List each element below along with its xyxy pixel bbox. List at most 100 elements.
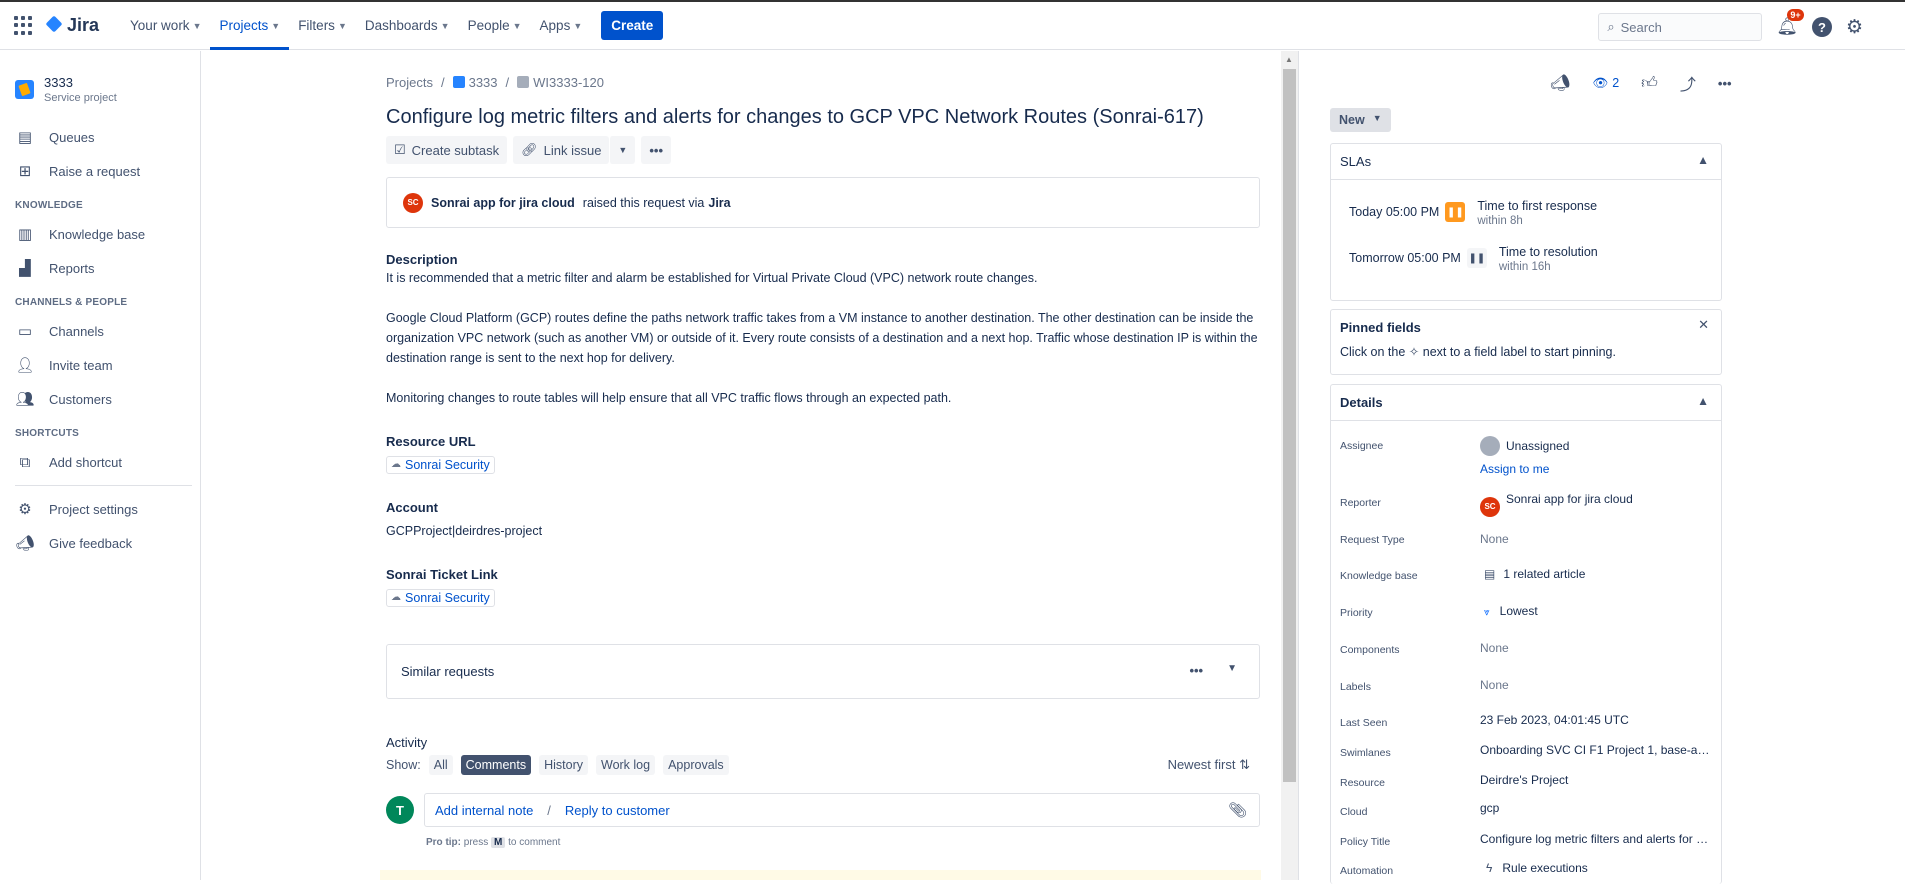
- nav-apps[interactable]: Apps ▼: [531, 2, 592, 50]
- sidebar-item-give-feedback[interactable]: 📣︎ Give feedback: [0, 526, 200, 560]
- comment-separator: /: [547, 802, 551, 818]
- similar-requests-panel[interactable]: Similar requests ••• ▼: [386, 644, 1260, 699]
- share-icon[interactable]: ⤴: [1680, 71, 1696, 95]
- scroll-up-arrow-icon[interactable]: ▲: [1285, 55, 1293, 64]
- chevron-down-icon[interactable]: ▼: [1227, 663, 1237, 678]
- sidebar-item-invite-team[interactable]: 👤︎ Invite team: [0, 348, 200, 382]
- issue-toolbar: 📣︎ 👁︎ 2 👍︎ ⤴ •••: [1550, 71, 1732, 95]
- resource-url-label: Resource URL: [386, 434, 476, 449]
- breadcrumb-projects[interactable]: Projects: [386, 75, 433, 90]
- project-header[interactable]: 3333 Service project: [0, 51, 200, 104]
- description-paragraph: It is recommended that a metric filter a…: [386, 271, 1038, 285]
- more-icon[interactable]: •••: [1189, 663, 1203, 678]
- search-placeholder: Search: [1620, 19, 1662, 35]
- field-value-automation[interactable]: ϟ Rule executions: [1480, 861, 1710, 875]
- ticket-link[interactable]: ☁ Sonrai Security: [386, 588, 495, 607]
- add-internal-note-link[interactable]: Add internal note: [435, 803, 533, 818]
- link-icon: 🔗︎: [521, 142, 538, 157]
- sidebar-item-reports[interactable]: ▟ Reports: [0, 251, 200, 285]
- field-value-priority[interactable]: ⩔ Lowest: [1480, 604, 1710, 618]
- reply-to-customer-link[interactable]: Reply to customer: [565, 803, 670, 818]
- scrollbar-thumb[interactable]: [1283, 69, 1296, 782]
- chevron-up-icon[interactable]: ▲: [1697, 153, 1709, 167]
- project-type: Service project: [44, 92, 117, 104]
- thumbs-up-icon[interactable]: 👍︎: [1641, 74, 1658, 93]
- field-value-policy-title[interactable]: Configure log metric filters and alerts …: [1480, 832, 1710, 846]
- watch-button[interactable]: 👁︎ 2: [1592, 76, 1619, 91]
- close-icon[interactable]: ✕: [1698, 317, 1709, 333]
- link-issue-dropdown[interactable]: ▼: [609, 136, 636, 164]
- nav-projects[interactable]: Projects ▼: [210, 2, 290, 50]
- protip-prefix: Pro tip:: [426, 837, 461, 848]
- field-label-policy-title: Policy Title: [1340, 836, 1391, 848]
- nav-your-work[interactable]: Your work ▼: [121, 2, 210, 50]
- breadcrumb-project[interactable]: 3333: [452, 75, 498, 90]
- chevron-down-icon: ▼: [337, 20, 347, 31]
- main-scrollbar[interactable]: ▲: [1281, 51, 1298, 880]
- more-icon[interactable]: •••: [1718, 76, 1732, 91]
- sidebar-item-raise-request[interactable]: ⊞ Raise a request: [0, 154, 200, 188]
- notice-banner: [380, 870, 1261, 880]
- similar-requests-label: Similar requests: [401, 664, 495, 679]
- nav-dashboards[interactable]: Dashboards ▼: [356, 2, 459, 50]
- tab-all[interactable]: All: [428, 755, 453, 775]
- tab-history[interactable]: History: [539, 755, 588, 775]
- sidebar-item-queues[interactable]: ▤ Queues: [0, 120, 200, 154]
- chevron-up-icon[interactable]: ▲: [1697, 394, 1709, 408]
- search-input[interactable]: ⌕ Search: [1598, 13, 1763, 41]
- app-switcher-icon[interactable]: [14, 15, 34, 36]
- sidebar-item-channels[interactable]: ▭ Channels: [0, 314, 200, 348]
- section-channels-people: CHANNELS & PEOPLE: [15, 297, 128, 308]
- more-actions-button[interactable]: •••: [641, 136, 671, 164]
- link-issue-button[interactable]: 🔗︎ Link issue: [513, 136, 610, 164]
- feedback-megaphone-icon[interactable]: 📣︎: [1550, 73, 1570, 93]
- tab-comments[interactable]: Comments: [460, 755, 532, 775]
- field-value-request-type[interactable]: None: [1480, 532, 1710, 546]
- field-value-labels[interactable]: None: [1480, 678, 1710, 692]
- breadcrumb-issue-key[interactable]: WI3333-120: [517, 75, 604, 90]
- ticket-link-label: Sonrai Ticket Link: [386, 567, 498, 582]
- sidebar-item-knowledge-base[interactable]: ▥ Knowledge base: [0, 217, 200, 251]
- description-paragraph: Monitoring changes to route tables will …: [386, 391, 952, 405]
- resource-url-link[interactable]: ☁ Sonrai Security: [386, 455, 495, 474]
- sidebar-item-label: Add shortcut: [49, 454, 122, 470]
- field-value-components[interactable]: None: [1480, 641, 1710, 655]
- jira-logo[interactable]: Jira: [46, 15, 99, 36]
- settings-gear-icon[interactable]: ⚙: [1846, 16, 1863, 39]
- issue-title[interactable]: Configure log metric filters and alerts …: [386, 106, 1204, 129]
- field-value-reporter[interactable]: SC Sonrai app for jira cloud: [1480, 492, 1710, 517]
- nav-people[interactable]: People ▼: [459, 2, 531, 50]
- details-header[interactable]: Details ▲: [1331, 385, 1721, 421]
- field-value-last-seen[interactable]: 23 Feb 2023, 04:01:45 UTC: [1480, 713, 1710, 727]
- search-icon: ⌕: [1607, 19, 1615, 34]
- field-value-swimlanes[interactable]: Onboarding SVC CI F1 Project 1, base-ass…: [1480, 743, 1710, 757]
- sidebar-item-project-settings[interactable]: ⚙ Project settings: [0, 492, 200, 526]
- sidebar-item-customers[interactable]: 👥︎ Customers: [0, 382, 200, 416]
- sidebar-item-add-shortcut[interactable]: ⧉ Add shortcut: [0, 445, 200, 479]
- field-value-cloud[interactable]: gcp: [1480, 801, 1710, 815]
- notifications-button[interactable]: 🔔︎ 9+: [1776, 9, 1804, 37]
- assignee-value: Unassigned: [1506, 439, 1570, 453]
- field-value-knowledge-base[interactable]: ▤ 1 related article: [1480, 567, 1710, 581]
- pause-icon: ❚❚: [1466, 248, 1487, 268]
- pinned-fields-panel: Pinned fields ✕ Click on the ✧ next to a…: [1330, 309, 1722, 375]
- comment-box[interactable]: Add internal note / Reply to customer 📎︎: [424, 793, 1260, 827]
- field-value-resource[interactable]: Deirdre's Project: [1480, 773, 1710, 787]
- description-label: Description: [386, 252, 458, 267]
- create-button[interactable]: Create: [601, 11, 664, 40]
- field-value-assignee[interactable]: Unassigned: [1480, 436, 1710, 456]
- resource-url-field: Resource URL ☁ Sonrai Security: [386, 434, 495, 474]
- sort-order-button[interactable]: Newest first ⇅: [1168, 757, 1250, 773]
- tab-work-log[interactable]: Work log: [596, 755, 656, 775]
- help-icon[interactable]: ?: [1811, 17, 1832, 37]
- status-dropdown[interactable]: New ▼: [1330, 108, 1391, 132]
- slas-header[interactable]: SLAs ▲: [1331, 144, 1721, 180]
- field-label-automation: Automation: [1340, 865, 1394, 877]
- assign-to-me-link[interactable]: Assign to me: [1480, 462, 1710, 476]
- issue-actions: ☑ Create subtask 🔗︎ Link issue ▼ •••: [386, 136, 671, 164]
- create-subtask-button[interactable]: ☑ Create subtask: [386, 136, 508, 164]
- nav-filters[interactable]: Filters ▼: [289, 2, 356, 50]
- tab-approvals[interactable]: Approvals: [663, 755, 729, 775]
- request-origin: SC Sonrai app for jira cloud raised this…: [386, 177, 1260, 228]
- attachment-icon[interactable]: 📎︎: [1228, 801, 1247, 819]
